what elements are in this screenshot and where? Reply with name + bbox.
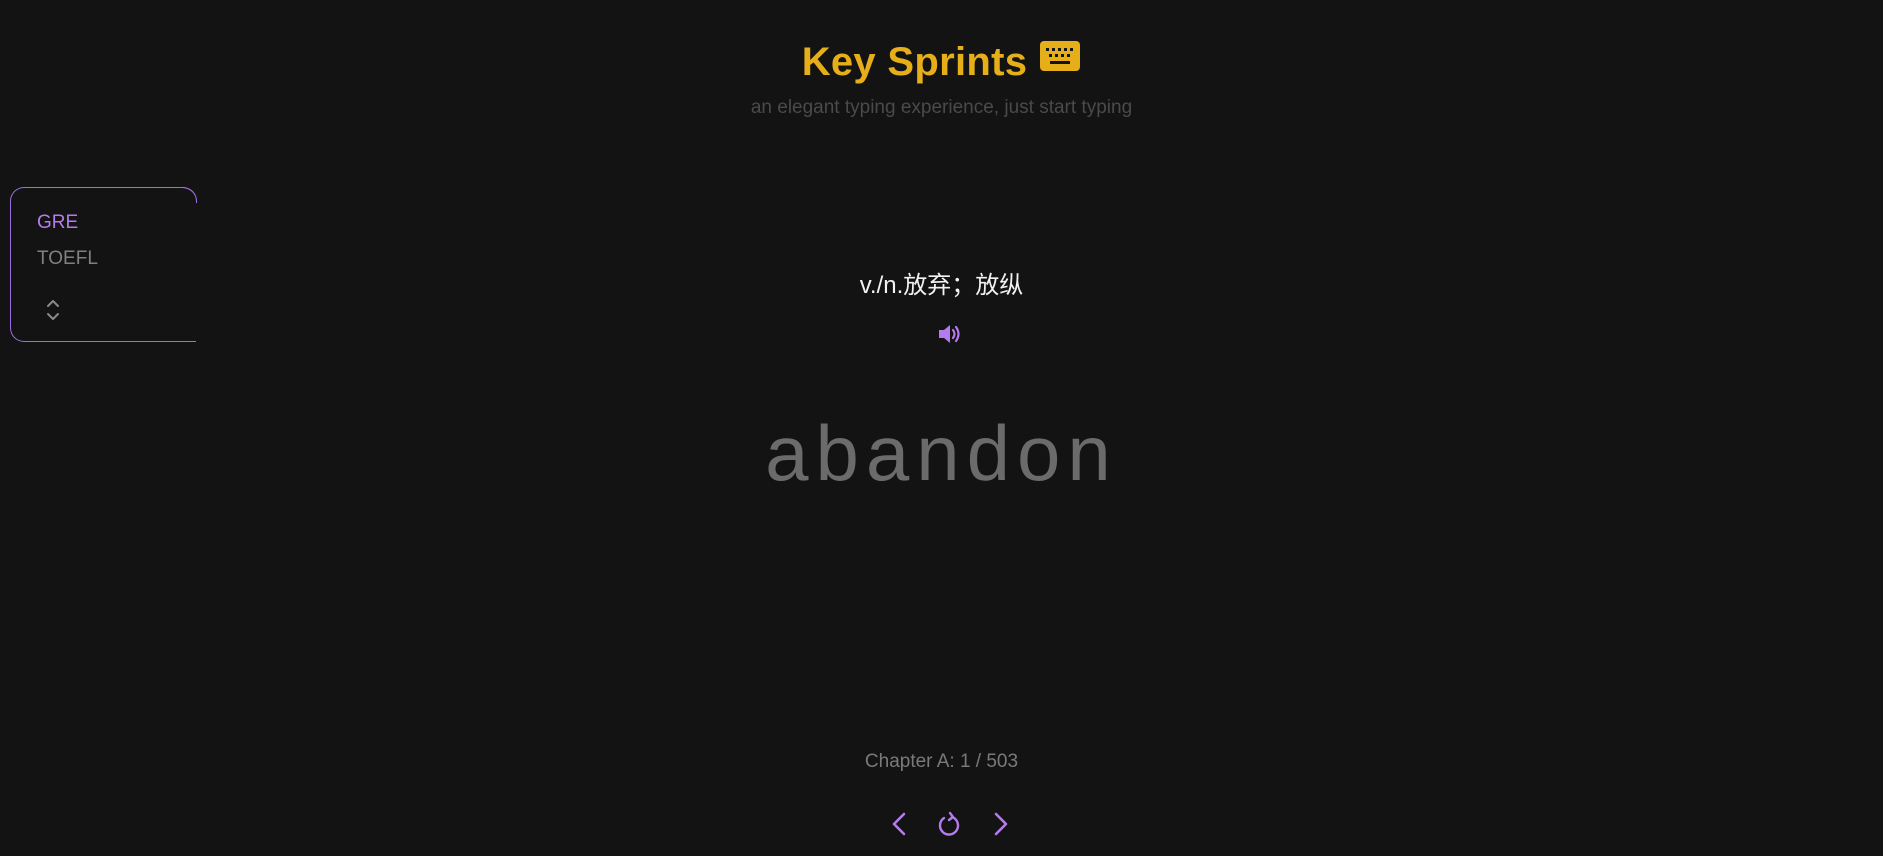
chevron-up-down-icon[interactable] <box>43 296 63 324</box>
app-page: Key Sprints an elegant typing experience <box>0 0 1883 856</box>
app-subtitle: an elegant typing experience, just start… <box>750 97 1133 118</box>
chapter-progress: Chapter A: 1 / 503 <box>864 751 1019 772</box>
word-translation: v./n.放弃；放纵 <box>859 272 1024 299</box>
target-word: abandon <box>765 409 1118 497</box>
title-row: Key Sprints <box>0 36 1883 88</box>
chevron-right-icon[interactable] <box>987 809 1013 839</box>
keyboard-icon <box>1040 41 1081 71</box>
header: Key Sprints an elegant typing experience <box>0 36 1883 119</box>
dictionary-item-gre[interactable]: GRE <box>37 212 78 234</box>
app-title: Key Sprints <box>801 39 1028 84</box>
refresh-icon[interactable] <box>936 809 962 839</box>
chevron-left-icon[interactable] <box>887 809 913 839</box>
speaker-icon[interactable] <box>937 322 963 346</box>
